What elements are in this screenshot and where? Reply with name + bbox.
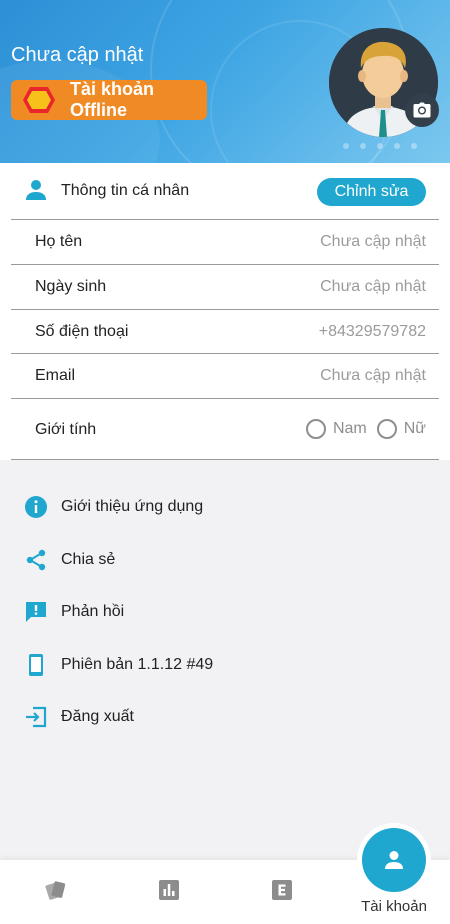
camera-icon — [413, 102, 431, 118]
field-value: Chưa cập nhật — [320, 367, 426, 384]
hexagon-icon — [22, 85, 56, 115]
menu-item-label: Giới thiệu ứng dụng — [61, 498, 204, 515]
gender-option-label: Nam — [332, 420, 367, 437]
nav-account-button[interactable] — [362, 828, 426, 892]
radio-button[interactable] — [376, 419, 397, 439]
account-status-label: Tài khoản Offline — [70, 79, 155, 120]
field-row-phone[interactable]: Số điện thoại +84329579782 — [11, 309, 439, 354]
menu-item-share[interactable]: Chia sẻ — [0, 540, 450, 580]
field-label: Số điện thoại — [35, 323, 129, 340]
menu-item-label: Chia sẻ — [61, 551, 116, 568]
menu-item-feedback[interactable]: Phản hồi — [0, 592, 450, 632]
field-label: Email — [35, 367, 76, 384]
feedback-icon — [24, 600, 48, 624]
gender-option-female[interactable]: Nữ — [376, 419, 426, 439]
field-label: Họ tên — [35, 233, 83, 250]
menu-item-about[interactable]: Giới thiệu ứng dụng — [0, 487, 450, 527]
share-icon — [24, 548, 48, 572]
field-label: Giới tính — [35, 421, 97, 438]
phone-icon — [24, 653, 48, 677]
field-label: Ngày sinh — [35, 278, 107, 295]
info-icon — [24, 495, 48, 519]
personal-info-header: Thông tin cá nhân Chỉnh sửa — [0, 163, 450, 219]
profile-name: Chưa cập nhật — [11, 44, 144, 66]
menu-item-label: Phản hồi — [61, 603, 125, 620]
logout-icon — [24, 705, 48, 729]
header-dots — [343, 143, 417, 149]
change-photo-button[interactable] — [405, 93, 439, 127]
e-letter-icon[interactable] — [270, 878, 294, 902]
chart-icon[interactable] — [157, 878, 181, 902]
radio-button[interactable] — [305, 419, 326, 439]
personal-info-card: Thông tin cá nhân Chỉnh sửa Họ tên Chưa … — [0, 163, 450, 460]
field-row-email[interactable]: Email Chưa cập nhật — [11, 353, 439, 398]
menu-item-label: Đăng xuất — [61, 708, 134, 725]
field-row-birthdate[interactable]: Ngày sinh Chưa cập nhật — [11, 264, 439, 309]
menu-item-version[interactable]: Phiên bản 1.1.12 #49 — [0, 645, 450, 685]
gender-option-label: Nữ — [403, 420, 426, 437]
edit-profile-button[interactable]: Chỉnh sửa — [317, 178, 426, 206]
personal-info-title: Thông tin cá nhân — [61, 182, 190, 199]
field-row-gender: Giới tính Nam Nữ — [11, 398, 439, 460]
account-status-badge: Tài khoản Offline — [11, 79, 207, 120]
menu-item-label: Phiên bản 1.1.12 #49 — [61, 656, 214, 673]
field-value: +84329579782 — [318, 323, 426, 340]
field-value: Chưa cập nhật — [320, 233, 426, 250]
field-row-name[interactable]: Họ tên Chưa cập nhật — [11, 219, 439, 264]
person-icon — [25, 179, 47, 206]
menu-item-logout[interactable]: Đăng xuất — [0, 697, 450, 737]
gender-options: Nam Nữ — [296, 419, 426, 439]
nav-account-label[interactable]: Tài khoản — [351, 898, 437, 915]
cards-icon[interactable] — [44, 878, 68, 902]
gender-option-male[interactable]: Nam — [305, 419, 367, 439]
person-icon — [385, 851, 403, 869]
field-value: Chưa cập nhật — [320, 278, 426, 295]
